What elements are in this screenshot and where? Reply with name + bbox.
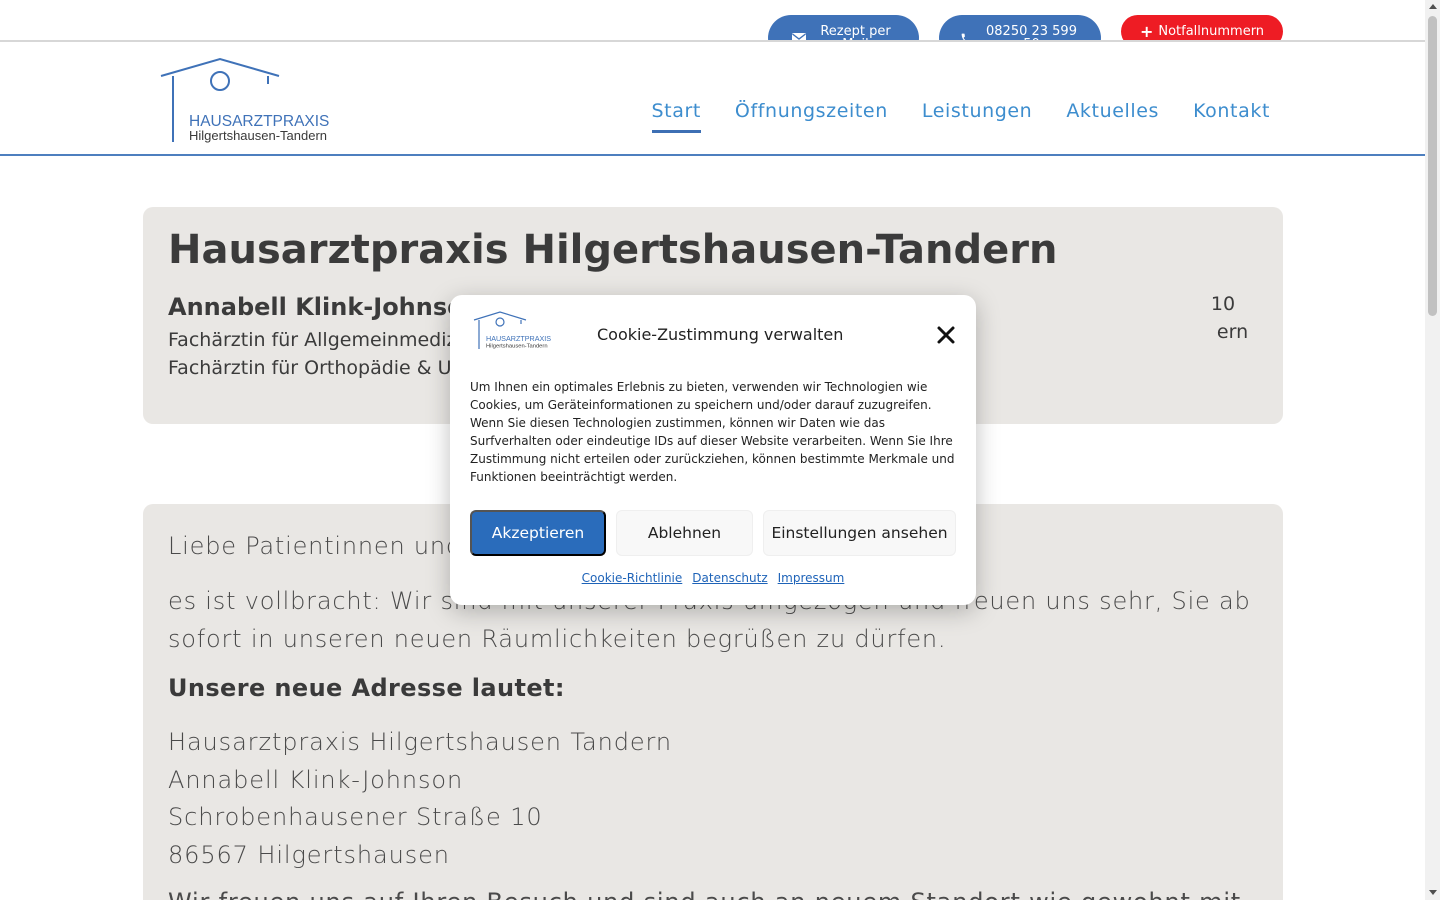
cookie-dialog-title: Cookie-Zustimmung verwalten bbox=[597, 325, 844, 344]
privacy-link[interactable]: Datenschutz bbox=[692, 571, 767, 585]
nav-kontakt[interactable]: Kontakt bbox=[1193, 100, 1270, 133]
cookie-logo-title: HAUSARZTPRAXIS bbox=[486, 334, 551, 343]
cookie-logo-subtitle: Hilgertshausen-Tandern bbox=[486, 344, 548, 350]
house-logo-icon: HAUSARZTPRAXIS Hilgertshausen-Tandern bbox=[160, 57, 329, 143]
cookie-links: Cookie-Richtlinie Datenschutz Impressum bbox=[450, 571, 976, 585]
page-scrollbar[interactable] bbox=[1425, 0, 1440, 900]
cookie-consent-dialog: HAUSARZTPRAXIS Hilgertshausen-Tandern Co… bbox=[450, 295, 976, 605]
new-address-block: Hausarztpraxis Hilgertshausen Tandern An… bbox=[168, 724, 672, 874]
close-icon[interactable] bbox=[936, 325, 956, 345]
scroll-down-arrow-icon[interactable] bbox=[1429, 890, 1437, 895]
address-line: 86567 Hilgertshausen bbox=[168, 840, 450, 869]
accept-cookies-button[interactable]: Akzeptieren bbox=[470, 510, 606, 556]
news-subhead: Unsere neue Adresse lautet: bbox=[168, 674, 565, 702]
nav-start[interactable]: Start bbox=[651, 100, 701, 133]
nav-aktuelles[interactable]: Aktuelles bbox=[1066, 100, 1159, 133]
cookie-description: Um Ihnen ein optimales Erlebnis zu biete… bbox=[470, 380, 955, 484]
scroll-thumb[interactable] bbox=[1428, 16, 1437, 316]
imprint-link[interactable]: Impressum bbox=[778, 571, 845, 585]
hero-address-city: 86567 Hilgertshausen-Tandern bbox=[1216, 321, 1249, 343]
news-tail-text: Wir freuen uns auf Ihren Besuch und sind… bbox=[168, 888, 1241, 900]
logo-subtitle: Hilgertshausen-Tandern bbox=[189, 128, 327, 143]
house-logo-icon: HAUSARZTPRAXIS Hilgertshausen-Tandern bbox=[473, 311, 551, 350]
nav-leistungen[interactable]: Leistungen bbox=[922, 100, 1032, 133]
doctor-name: Annabell Klink-Johnson bbox=[168, 293, 481, 321]
cookie-policy-link[interactable]: Cookie-Richtlinie bbox=[582, 571, 683, 585]
address-line: Hausarztpraxis Hilgertshausen Tandern bbox=[168, 728, 672, 756]
site-header: HAUSARZTPRAXIS Hilgertshausen-Tandern St… bbox=[0, 40, 1425, 156]
site-logo[interactable]: HAUSARZTPRAXIS Hilgertshausen-Tandern bbox=[158, 56, 338, 152]
hero-address-street: Schrobenhausener Straße 10 bbox=[1210, 293, 1236, 315]
nav-oeffnungszeiten[interactable]: Öffnungszeiten bbox=[735, 100, 888, 133]
notfallnummern-label: Notfallnummern bbox=[1158, 24, 1265, 39]
doctor-specialty-1: Fachärztin für Allgemeinmedizin bbox=[168, 329, 474, 351]
scroll-up-arrow-icon[interactable] bbox=[1429, 4, 1437, 9]
cookie-settings-button[interactable]: Einstellungen ansehen bbox=[763, 510, 956, 556]
reject-cookies-button[interactable]: Ablehnen bbox=[616, 510, 753, 556]
address-line: Schrobenhausener Straße 10 bbox=[168, 803, 543, 831]
main-nav: Start Öffnungszeiten Leistungen Aktuelle… bbox=[651, 100, 1271, 133]
plus-icon: + bbox=[1139, 22, 1154, 41]
address-line: Annabell Klink-Johnson bbox=[168, 765, 464, 794]
cookie-logo: HAUSARZTPRAXIS Hilgertshausen-Tandern bbox=[472, 311, 552, 355]
page-title: Hausarztpraxis Hilgertshausen-Tandern bbox=[168, 227, 1058, 273]
top-action-bar: Rezept per Mail 08250 23 599 50 + Notfal… bbox=[0, 0, 1425, 61]
